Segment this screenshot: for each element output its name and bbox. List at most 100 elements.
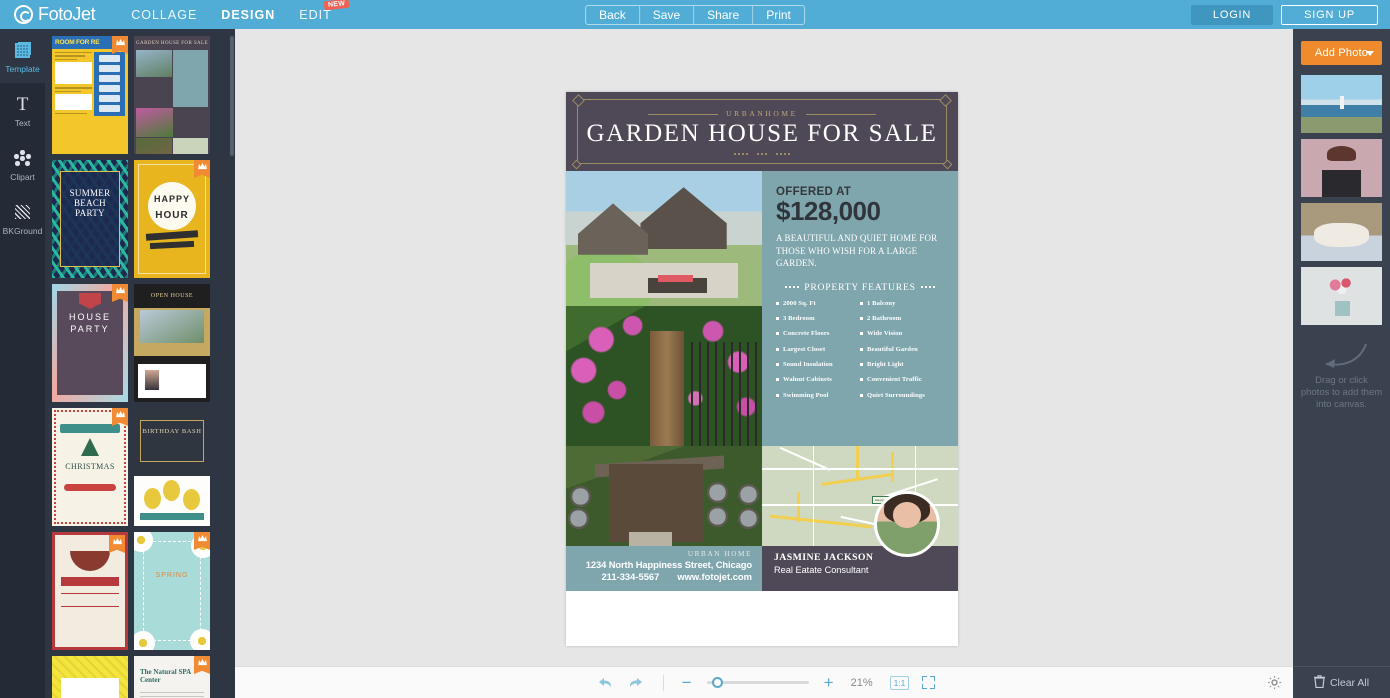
canvas-toolbar: − + 21% 1:1 (235, 666, 1293, 698)
price-value: $128,000 (776, 196, 881, 226)
template-thumb-happy-hour[interactable]: HAPPY HOUR (134, 160, 210, 278)
logo[interactable]: FotoJet (14, 4, 96, 25)
features-heading-label: PROPERTY FEATURES (804, 281, 916, 293)
new-badge: NEW (324, 0, 351, 10)
feature-item: Convenient Traffic (860, 376, 944, 383)
poster-contact-block[interactable]: URBAN HOME 1234 North Happiness Street, … (566, 546, 762, 591)
footer-website: www.fotojet.com (677, 571, 752, 582)
template-thumb-title: OPEN HOUSE (150, 293, 194, 299)
footer-brand: URBAN HOME (687, 550, 752, 558)
poster-header[interactable]: URBANHOME GARDEN HOUSE FOR SALE (566, 92, 958, 171)
share-button[interactable]: Share (694, 5, 754, 24)
rule-left (648, 113, 719, 115)
poster-bottom: URBAN HOME 1234 North Happiness Street, … (566, 446, 958, 591)
photo-thumb-list (1293, 75, 1390, 325)
rail-label-bkground: BKGround (2, 225, 43, 236)
rail-item-clipart[interactable]: Clipart (0, 137, 45, 191)
gear-icon[interactable] (1265, 674, 1283, 692)
template-thumb-title: EXTRA (61, 678, 119, 698)
photo-thumb-flower-vase[interactable] (1301, 267, 1382, 325)
nav-tab-collage[interactable]: COLLAGE (119, 8, 209, 22)
clipart-icon (14, 149, 31, 168)
poster-brand: URBANHOME (726, 108, 798, 118)
zoom-out-button[interactable]: − (678, 673, 696, 693)
main-nav: COLLAGE DESIGN EDIT NEW (119, 0, 351, 22)
template-thumb-title: CHRISTMAS (65, 462, 115, 471)
zoom-slider-handle[interactable] (711, 677, 723, 688)
feature-item: 1 Balcony (860, 300, 944, 307)
feature-item: Swimming Pool (776, 392, 860, 399)
signup-button[interactable]: SIGN UP (1281, 4, 1378, 25)
actual-size-button[interactable]: 1:1 (889, 675, 910, 690)
redo-icon[interactable] (623, 672, 649, 694)
nav-tab-edit[interactable]: EDIT NEW (287, 0, 351, 22)
feature-item: Sound Insulation (776, 361, 860, 368)
template-thumb-title: SUMMER BEACH PARTY (69, 188, 111, 218)
curved-arrow-icon (1293, 341, 1390, 371)
feature-item: Quiet Surroundings (860, 392, 944, 399)
logo-text: FotoJet (38, 4, 96, 24)
template-thumb-open-house[interactable]: OPEN HOUSE (134, 284, 210, 402)
poster-photo-house[interactable] (566, 171, 762, 306)
poster-agent-block[interactable]: JASMINE JACKSON Real Eatate Consultant (762, 491, 958, 591)
rail-item-template[interactable]: Template (0, 29, 45, 83)
template-thumb-bbq-party[interactable] (52, 532, 128, 650)
poster-title: GARDEN HOUSE FOR SALE (586, 119, 938, 147)
feature-item: Concrete Floors (776, 330, 860, 337)
fotojet-app: FotoJet COLLAGE DESIGN EDIT NEW Back Sav… (0, 0, 1390, 698)
template-thumb-summer-beach-party[interactable]: SUMMER BEACH PARTY (52, 160, 128, 278)
features-column-left: 2000 Sq. Ft 3 Bedroom Concrete Floors La… (776, 300, 860, 408)
template-thumb-spring-offer[interactable]: SPRING (134, 532, 210, 650)
photo-thumb-woman-with-hat[interactable] (1301, 139, 1382, 197)
feature-item: Wide Vision (860, 330, 944, 337)
save-button[interactable]: Save (640, 5, 695, 24)
poster-canvas[interactable]: URBANHOME GARDEN HOUSE FOR SALE OFFERED … (566, 92, 958, 646)
template-thumb-birthday-bash[interactable]: BIRTHDAY BASH (134, 408, 210, 526)
feature-item: 3 Bedroom (776, 315, 860, 322)
drag-hint: Drag or click photos to add them into ca… (1293, 341, 1390, 411)
feature-item: Beautiful Garden (860, 346, 944, 353)
photo-thumb-sleeping-cat[interactable] (1301, 203, 1382, 261)
drag-hint-text: Drag or click photos to add them into ca… (1300, 375, 1383, 410)
template-thumb-house-party[interactable]: HOUSE PARTY (52, 284, 128, 402)
fullscreen-icon[interactable] (922, 676, 936, 689)
canvas-area[interactable]: URBANHOME GARDEN HOUSE FOR SALE OFFERED … (235, 29, 1293, 698)
agent-avatar[interactable] (874, 491, 940, 557)
back-button[interactable]: Back (586, 5, 640, 24)
features-column-right: 1 Balcony 2 Bathroom Wide Vision Beautif… (860, 300, 944, 408)
template-panel[interactable]: ROOM FOR RE GARDEN HOUSE FOR SALE SUMMER… (45, 29, 235, 698)
photo-thumb-lighthouse-seascape[interactable] (1301, 75, 1382, 133)
rail-item-bkground[interactable]: BKGround (0, 191, 45, 245)
template-thumb-christmas[interactable]: CHRISTMAS (52, 408, 128, 526)
poster-description: A BEAUTIFUL AND QUIET HOME FOR THOSE WHO… (776, 233, 938, 268)
undo-icon[interactable] (593, 672, 619, 694)
template-icon (15, 41, 30, 60)
zoom-in-button[interactable]: + (820, 673, 838, 693)
template-thumb-room-for-rent[interactable]: ROOM FOR RE (52, 36, 128, 154)
print-button[interactable]: Print (753, 6, 804, 24)
poster-info-panel[interactable]: OFFERED AT $128,000 A BEAUTIFUL AND QUIE… (762, 171, 958, 446)
fotojet-spiral-icon (14, 5, 33, 24)
poster-bottom-left: URBAN HOME 1234 North Happiness Street, … (566, 446, 762, 591)
login-button[interactable]: LOGIN (1190, 4, 1274, 25)
poster-photo-garden-gate[interactable] (566, 306, 762, 446)
poster-photo-wine-cellar[interactable] (566, 446, 762, 546)
nav-tab-design[interactable]: DESIGN (209, 8, 287, 22)
template-thumb-title: HOUR (155, 210, 189, 221)
clear-all-button[interactable]: Clear All (1293, 666, 1390, 698)
premium-crown-icon (109, 535, 125, 553)
template-thumb-spa-center[interactable]: The Natural SPA Center (134, 656, 210, 698)
zoom-slider[interactable] (706, 677, 809, 688)
rail-label-clipart: Clipart (10, 171, 35, 182)
account-actions: LOGIN SIGN UP (1190, 4, 1378, 25)
photo-panel: Add Photo Drag or click photos to add th… (1293, 29, 1390, 698)
template-thumb-garden-house[interactable]: GARDEN HOUSE FOR SALE (134, 36, 210, 154)
rail-item-text[interactable]: T Text (0, 83, 45, 137)
add-photo-button[interactable]: Add Photo (1301, 41, 1382, 65)
agent-role: Real Eatate Consultant (774, 565, 869, 575)
poster-middle: OFFERED AT $128,000 A BEAUTIFUL AND QUIE… (566, 171, 958, 446)
template-thumb-extra-discount[interactable]: EXTRA 75% (52, 656, 128, 698)
template-panel-scrollbar[interactable] (230, 36, 234, 156)
template-grid: ROOM FOR RE GARDEN HOUSE FOR SALE SUMMER… (52, 36, 229, 698)
poster-photo-column (566, 171, 762, 446)
